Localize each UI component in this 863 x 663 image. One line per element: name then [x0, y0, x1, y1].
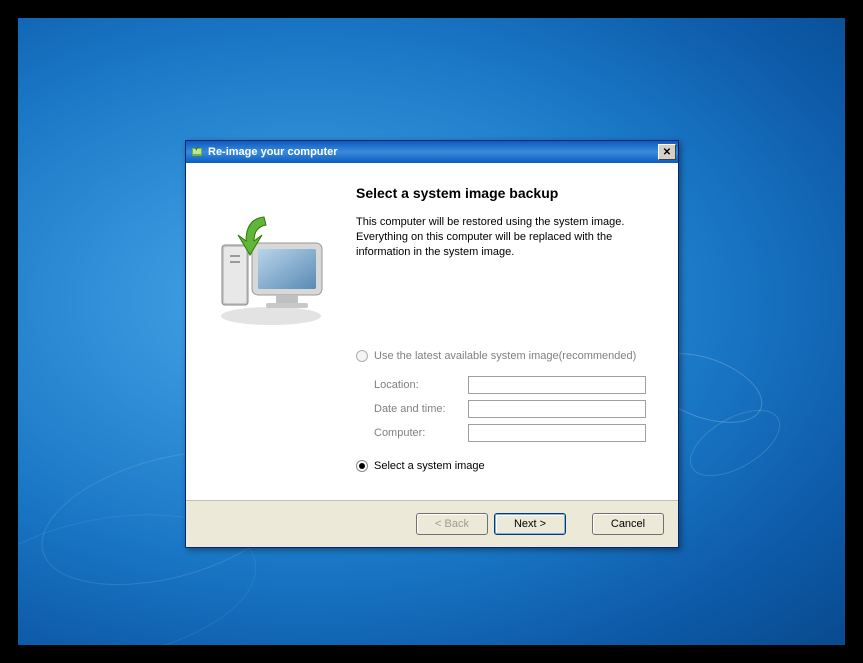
- app-icon: [190, 145, 204, 159]
- wizard-body: Select a system image backup This comput…: [186, 163, 678, 500]
- restore-illustration: [206, 211, 336, 331]
- latest-image-details: Location: Date and time: Computer:: [356, 376, 646, 442]
- datetime-field: [468, 400, 646, 418]
- option-use-latest-label: Use the latest available system image(re…: [374, 350, 636, 362]
- back-button: < Back: [416, 513, 488, 535]
- location-field: [468, 376, 646, 394]
- radio-icon: [356, 350, 368, 362]
- close-button[interactable]: ✕: [658, 144, 676, 160]
- window-title: Re-image your computer: [208, 146, 658, 158]
- decorative-swoosh: [679, 396, 791, 489]
- illustration-pane: [186, 163, 356, 500]
- page-heading: Select a system image backup: [356, 185, 660, 201]
- content-pane: Select a system image backup This comput…: [356, 163, 678, 500]
- option-select-image-label: Select a system image: [374, 460, 485, 472]
- title-bar[interactable]: Re-image your computer ✕: [186, 141, 678, 163]
- close-icon: ✕: [663, 147, 671, 158]
- desktop-background: Re-image your computer ✕: [18, 18, 845, 645]
- location-label: Location:: [374, 379, 462, 391]
- computer-field: [468, 424, 646, 442]
- page-description: This computer will be restored using the…: [356, 215, 636, 260]
- next-button[interactable]: Next >: [494, 513, 566, 535]
- radio-icon: [356, 460, 368, 472]
- option-select-image[interactable]: Select a system image: [356, 460, 660, 472]
- button-bar: < Back Next > Cancel: [186, 500, 678, 547]
- button-spacer: [572, 513, 586, 535]
- option-use-latest: Use the latest available system image(re…: [356, 350, 660, 362]
- wizard-window: Re-image your computer ✕: [185, 140, 679, 548]
- computer-label: Computer:: [374, 427, 462, 439]
- cancel-button[interactable]: Cancel: [592, 513, 664, 535]
- datetime-label: Date and time:: [374, 403, 462, 415]
